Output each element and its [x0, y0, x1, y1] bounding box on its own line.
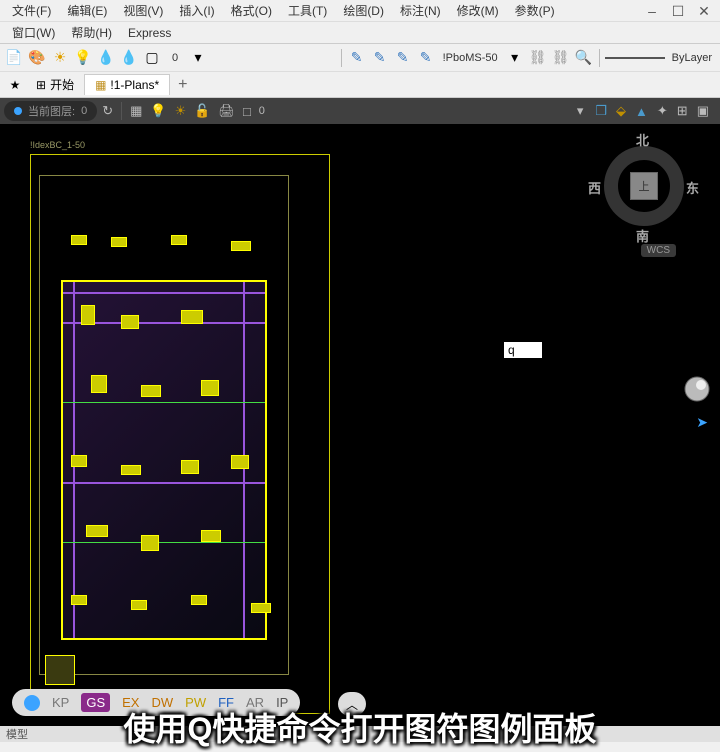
new-icon[interactable]: 📄 — [4, 48, 24, 68]
vs-layers-icon[interactable]: ❒ — [592, 103, 610, 119]
menu-file[interactable]: 文件(F) — [4, 0, 59, 21]
menubar: 文件(F) 编辑(E) 视图(V) 插入(I) 格式(O) 工具(T) 绘图(D… — [0, 0, 720, 22]
main-toolbar: 📄 🎨 ☀ 💡 💧 💧 ▢ 0 ▾ ✎ ✎ ✎ ✎ !PboMS-50 ▾ ⛓ … — [0, 44, 720, 72]
lock-icon[interactable]: 🔓 — [191, 103, 213, 119]
separator — [341, 49, 342, 67]
window-controls: – ☐ ✕ — [640, 2, 716, 20]
sun-layer-icon[interactable]: ☀ — [172, 103, 190, 119]
menu-dimension[interactable]: 标注(N) — [392, 0, 449, 21]
sun-icon[interactable]: ☀ — [50, 48, 70, 68]
print-icon[interactable]: 🖨 — [215, 103, 238, 119]
document-tab-label: !1-Plans* — [110, 78, 159, 92]
menu-help[interactable]: 帮助(H) — [63, 22, 120, 43]
menu-format[interactable]: 格式(O) — [223, 0, 280, 21]
refresh-icon[interactable]: ↻ — [99, 103, 116, 119]
menu-window[interactable]: 窗口(W) — [4, 22, 63, 43]
current-layer-value: 0 — [81, 105, 87, 117]
start-tab-label: 开始 — [50, 76, 74, 93]
layer-dropdown-icon[interactable]: ▾ — [574, 103, 587, 119]
square-layer-icon[interactable]: □ — [240, 104, 254, 119]
menubar-row2: 窗口(W) 帮助(H) Express — [0, 22, 720, 44]
layer-zero[interactable]: 0 — [256, 105, 268, 117]
compass-east[interactable]: 东 — [686, 178, 699, 197]
vs-hidden-icon[interactable]: ⊞ — [674, 103, 691, 119]
chain2-icon[interactable]: ⛓ — [551, 48, 571, 68]
menu-draw[interactable]: 绘图(D) — [335, 0, 392, 21]
close-icon[interactable]: ✕ — [692, 2, 716, 20]
layer-num[interactable]: 0 — [165, 48, 185, 68]
menu-modify[interactable]: 修改(M) — [449, 0, 507, 21]
layer-style-label[interactable]: ByLayer — [668, 52, 716, 64]
linetype-name[interactable]: !PboMS-50 — [439, 52, 502, 64]
current-layer-label: 当前图层: — [28, 103, 75, 119]
favorite-tab[interactable]: ★ — [4, 78, 26, 92]
rect-icon[interactable]: ▢ — [142, 48, 162, 68]
compass-west[interactable]: 西 — [588, 178, 601, 197]
grid-icon[interactable]: ▦ — [127, 103, 145, 119]
dropdown1-icon[interactable]: ▾ — [188, 48, 208, 68]
command-input-tooltip[interactable]: q — [504, 342, 542, 358]
drop-icon[interactable]: 💧 — [96, 48, 116, 68]
minimize-icon[interactable]: – — [640, 2, 664, 20]
separator — [121, 102, 122, 120]
view-compass[interactable]: 上 北 南 东 西 — [594, 136, 694, 236]
brush4-icon[interactable]: ✎ — [416, 48, 436, 68]
dropdown-lt-icon[interactable]: ▾ — [505, 48, 525, 68]
separator — [599, 49, 600, 67]
menu-params[interactable]: 参数(P) — [507, 0, 563, 21]
document-tabs: ★ ⊞ 开始 ▦ !1-Plans* + — [0, 72, 720, 98]
current-layer-combo[interactable]: 当前图层: 0 — [4, 101, 97, 121]
drawing-canvas[interactable]: !IdexBC_1-50 Y — [0, 124, 720, 726]
windows-icon: ⊞ — [36, 78, 46, 92]
menu-edit[interactable]: 编辑(E) — [59, 0, 115, 21]
bulb-layer-icon[interactable]: 💡 — [147, 103, 169, 119]
line-style-preview[interactable] — [605, 57, 665, 59]
bulb-icon[interactable]: 💡 — [73, 48, 93, 68]
wcs-label[interactable]: WCS — [641, 244, 676, 257]
vs-shade-icon[interactable]: ▣ — [694, 103, 712, 119]
drawing-sheet-border — [30, 154, 330, 714]
theme-icon[interactable]: 🎨 — [27, 48, 47, 68]
menu-express[interactable]: Express — [120, 24, 179, 42]
chain-icon[interactable]: ⛓ — [528, 48, 548, 68]
brush2-icon[interactable]: ✎ — [370, 48, 390, 68]
vs-realistic-icon[interactable]: ▲ — [632, 104, 651, 119]
vs-wire-icon[interactable]: ⬙ — [613, 103, 629, 119]
add-tab-button[interactable]: + — [170, 76, 195, 94]
search-icon[interactable]: 🔍 — [574, 48, 594, 68]
viewcube-top-face[interactable]: 上 — [630, 172, 658, 200]
brush1-icon[interactable]: ✎ — [347, 48, 367, 68]
compass-south[interactable]: 南 — [636, 226, 649, 245]
star-icon: ★ — [10, 78, 21, 92]
brush3-icon[interactable]: ✎ — [393, 48, 413, 68]
layer-dot-icon — [14, 107, 22, 115]
maximize-icon[interactable]: ☐ — [666, 2, 690, 20]
viewport-title: !IdexBC_1-50 — [30, 140, 85, 150]
document-icon: ▦ — [95, 78, 106, 92]
visual-styles-group: ❒ ⬙ ▲ ✦ ⊞ ▣ — [588, 103, 716, 119]
layer-toolbar: 当前图层: 0 ↻ ▦ 💡 ☀ 🔓 🖨 □ 0 ▾ ❒ ⬙ ▲ ✦ ⊞ ▣ — [0, 98, 720, 124]
navigation-orb[interactable] — [682, 374, 712, 404]
drop2-icon[interactable]: 💧 — [119, 48, 139, 68]
vs-render-icon[interactable]: ✦ — [654, 103, 671, 119]
compass-north[interactable]: 北 — [636, 130, 649, 149]
caption-overlay: 使用Q快捷命令打开图符图例面板 — [0, 698, 720, 752]
menu-tools[interactable]: 工具(T) — [280, 0, 335, 21]
nav-arrow-icon[interactable]: ➤ — [696, 414, 708, 431]
menu-view[interactable]: 视图(V) — [115, 0, 171, 21]
document-tab[interactable]: ▦ !1-Plans* — [84, 74, 170, 95]
start-tab[interactable]: ⊞ 开始 — [26, 73, 84, 96]
menu-insert[interactable]: 插入(I) — [171, 0, 222, 21]
